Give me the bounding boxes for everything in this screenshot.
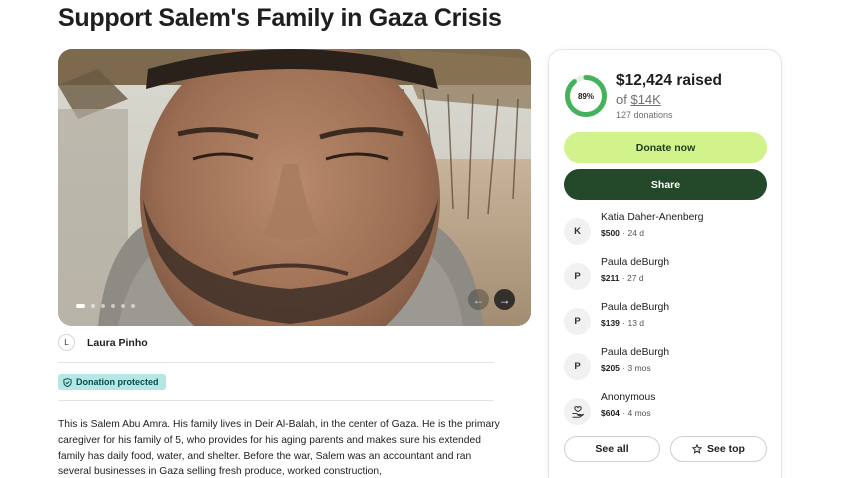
- donor-meta: $500 · 24 d: [601, 228, 644, 238]
- hand-heart-icon: [572, 405, 584, 418]
- organizer-name[interactable]: Laura Pinho: [87, 337, 148, 349]
- chevron-right-icon: →: [498, 292, 511, 307]
- donor-time: · 13 d: [619, 318, 645, 328]
- goal-prefix: of: [616, 92, 631, 107]
- divider: [58, 362, 494, 363]
- goal-line: of $14K: [616, 92, 661, 107]
- divider: [58, 400, 494, 401]
- shield-icon: [63, 377, 72, 387]
- share-button[interactable]: Share: [564, 169, 767, 200]
- donor-time: · 3 mos: [619, 363, 651, 373]
- donor-meta: $139 · 13 d: [601, 318, 644, 328]
- donor-item: P Paula deBurgh $139 · 13 d: [564, 302, 774, 336]
- donor-name: Paula deBurgh: [601, 347, 670, 358]
- carousel-dots[interactable]: [76, 304, 135, 308]
- amount-raised: $12,424 raised: [616, 72, 723, 89]
- donor-meta: $211 · 27 d: [601, 273, 644, 283]
- campaign-photo-carousel[interactable]: ← →: [58, 49, 531, 326]
- donation-protected-badge[interactable]: Donation protected: [58, 374, 166, 390]
- donation-count: 127 donations: [616, 110, 673, 120]
- donor-avatar: K: [564, 218, 591, 245]
- donor-meta: $604 · 4 mos: [601, 408, 651, 418]
- donor-meta: $205 · 3 mos: [601, 363, 651, 373]
- donor-amount: $205: [601, 363, 620, 373]
- organizer-avatar: L: [58, 334, 75, 351]
- see-top-label: See top: [707, 443, 745, 455]
- donor-name: Katia Daher-Anenberg: [601, 212, 704, 223]
- goal-amount[interactable]: $14K: [630, 92, 660, 107]
- donor-time: · 4 mos: [619, 408, 651, 418]
- donor-item: Anonymous $604 · 4 mos: [564, 392, 774, 426]
- donor-time: · 24 d: [619, 228, 645, 238]
- carousel-dot[interactable]: [91, 304, 95, 308]
- carousel-dot[interactable]: [121, 304, 125, 308]
- donation-card: 89% $12,424 raised of $14K 127 donations…: [548, 49, 782, 478]
- donor-time: · 27 d: [619, 273, 644, 283]
- donate-now-button[interactable]: Donate now: [564, 132, 767, 163]
- donor-name: Paula deBurgh: [601, 302, 670, 313]
- story-text: This is Salem Abu Amra. His family lives…: [58, 419, 500, 478]
- carousel-dot[interactable]: [101, 304, 105, 308]
- donor-avatar: [564, 398, 591, 425]
- donor-name: Paula deBurgh: [601, 257, 670, 268]
- carousel-dot[interactable]: [131, 304, 135, 308]
- donor-avatar: P: [564, 308, 591, 335]
- carousel-prev-button[interactable]: ←: [468, 289, 489, 310]
- progress-percent: 89%: [577, 91, 594, 101]
- campaign-photo: [58, 49, 531, 326]
- see-top-button[interactable]: See top: [670, 436, 767, 462]
- donor-amount: $604: [601, 408, 620, 418]
- donor-name: Anonymous: [601, 392, 656, 403]
- donor-item: P Paula deBurgh $211 · 27 d: [564, 257, 774, 291]
- donor-avatar: P: [564, 353, 591, 380]
- donor-avatar: P: [564, 263, 591, 290]
- chevron-left-icon: ←: [472, 292, 485, 307]
- donor-amount: $500: [601, 228, 620, 238]
- see-all-button[interactable]: See all: [564, 436, 660, 462]
- donor-amount: $139: [601, 318, 620, 328]
- donor-item: P Paula deBurgh $205 · 3 mos: [564, 347, 774, 381]
- carousel-next-button[interactable]: →: [494, 289, 515, 310]
- see-all-label: See all: [595, 443, 629, 455]
- donor-amount: $211: [601, 273, 620, 283]
- organizer[interactable]: L Laura Pinho: [58, 334, 148, 351]
- donor-item: K Katia Daher-Anenberg $500 · 24 d: [564, 212, 774, 246]
- star-icon: [692, 444, 703, 454]
- badge-label: Donation protected: [76, 377, 159, 387]
- carousel-dot[interactable]: [76, 304, 85, 308]
- page-title: Support Salem's Family in Gaza Crisis: [58, 4, 502, 32]
- carousel-dot[interactable]: [111, 304, 115, 308]
